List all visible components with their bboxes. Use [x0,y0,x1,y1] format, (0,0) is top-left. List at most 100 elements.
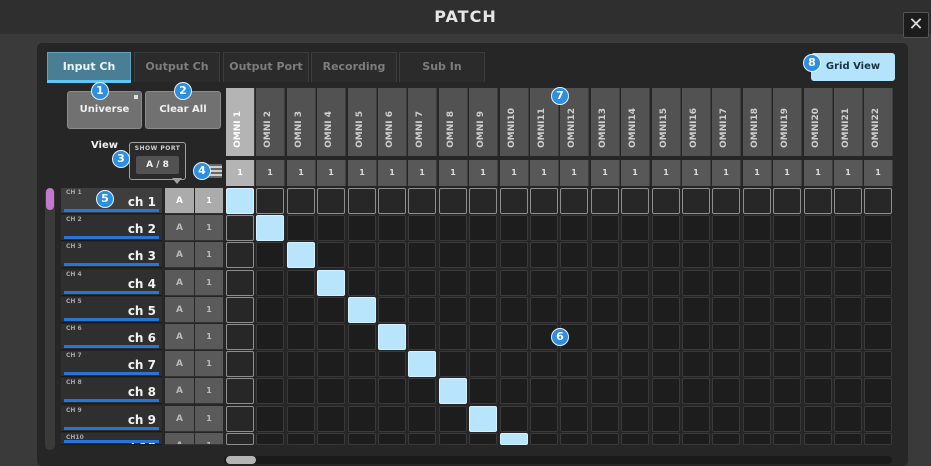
patch-cell[interactable] [652,297,680,323]
patch-cell[interactable] [348,433,376,445]
patch-cell[interactable] [469,297,497,323]
patch-cell[interactable] [530,215,558,241]
patch-cell[interactable] [773,351,801,377]
patch-cell[interactable] [408,188,436,214]
patch-cell[interactable] [287,406,315,432]
channel-name-row[interactable]: CH 7 ch 7 [61,351,162,377]
patch-cell[interactable] [530,351,558,377]
patch-cell[interactable] [864,324,892,350]
column-header[interactable]: OMNI 4 [317,88,346,156]
patch-cell[interactable] [621,215,649,241]
patch-cell[interactable] [864,297,892,323]
patch-cell[interactable] [348,378,376,404]
patch-cell[interactable] [591,433,619,445]
patch-cell[interactable] [804,433,832,445]
patch-cell[interactable] [500,215,528,241]
patch-cell[interactable] [560,270,588,296]
patch-cell[interactable] [226,351,254,377]
patch-cell[interactable] [621,324,649,350]
grid-view-button[interactable]: Grid View [811,53,895,81]
patch-cell[interactable] [408,297,436,323]
patch-cell[interactable] [469,324,497,350]
patch-cell[interactable] [773,270,801,296]
patch-cell[interactable] [408,378,436,404]
patch-cell-active[interactable] [348,297,376,323]
patch-cell[interactable] [773,215,801,241]
patch-cell[interactable] [317,406,345,432]
column-header[interactable]: OMNI 7 [408,88,437,156]
patch-cell[interactable] [317,242,345,268]
column-header[interactable]: OMNI 5 [348,88,377,156]
patch-cell[interactable] [439,406,467,432]
patch-cell[interactable] [743,351,771,377]
tab-output-port[interactable]: Output Port [223,52,309,82]
patch-cell[interactable] [469,188,497,214]
patch-cell[interactable] [834,433,862,445]
patch-cell[interactable] [530,297,558,323]
patch-cell[interactable] [469,215,497,241]
patch-cell[interactable] [439,270,467,296]
patch-cell[interactable] [591,351,619,377]
patch-cell[interactable] [743,406,771,432]
patch-cell[interactable] [256,378,284,404]
patch-cell[interactable] [712,188,740,214]
patch-cell[interactable] [682,324,710,350]
patch-cell[interactable] [439,188,467,214]
patch-cell[interactable] [743,324,771,350]
horizontal-scroll-thumb[interactable] [226,456,256,464]
patch-cell[interactable] [256,270,284,296]
patch-cell[interactable] [621,433,649,445]
patch-cell[interactable] [652,324,680,350]
patch-cell[interactable] [560,406,588,432]
patch-cell[interactable] [560,188,588,214]
patch-cell[interactable] [682,406,710,432]
patch-cell[interactable] [652,188,680,214]
patch-cell[interactable] [530,378,558,404]
patch-cell[interactable] [287,297,315,323]
patch-cell[interactable] [530,242,558,268]
patch-cell[interactable] [317,188,345,214]
patch-cell[interactable] [591,242,619,268]
patch-cell[interactable] [743,270,771,296]
patch-cell[interactable] [591,378,619,404]
patch-cell[interactable] [408,433,436,445]
patch-cell[interactable] [773,242,801,268]
patch-cell[interactable] [469,270,497,296]
patch-cell[interactable] [317,378,345,404]
patch-cell[interactable] [712,433,740,445]
patch-cell[interactable] [287,324,315,350]
patch-cell[interactable] [712,297,740,323]
patch-cell[interactable] [226,270,254,296]
patch-cell[interactable] [834,242,862,268]
patch-cell[interactable] [560,378,588,404]
patch-cell[interactable] [834,406,862,432]
patch-cell[interactable] [773,433,801,445]
patch-cell[interactable] [773,324,801,350]
patch-cell[interactable] [530,433,558,445]
column-header[interactable]: OMNI15 [652,88,681,156]
patch-cell[interactable] [560,433,588,445]
patch-cell[interactable] [591,297,619,323]
patch-cell[interactable] [378,297,406,323]
patch-cell[interactable] [834,215,862,241]
patch-cell[interactable] [287,433,315,445]
show-port-box[interactable]: SHOW PORT A / 8 [129,142,186,180]
patch-cell[interactable] [743,188,771,214]
patch-cell[interactable] [317,324,345,350]
patch-cell[interactable] [591,324,619,350]
channel-name-row[interactable]: CH 4 ch 4 [61,270,162,296]
patch-cell[interactable] [317,433,345,445]
channel-name-row[interactable]: CH10ch10 [61,433,162,445]
patch-cell[interactable] [500,188,528,214]
patch-cell[interactable] [621,406,649,432]
patch-cell[interactable] [348,242,376,268]
patch-cell[interactable] [287,215,315,241]
patch-cell[interactable] [469,242,497,268]
patch-cell[interactable] [834,351,862,377]
patch-cell[interactable] [652,378,680,404]
patch-cell-active[interactable] [226,188,254,214]
column-header[interactable]: OMNI 6 [378,88,407,156]
patch-cell[interactable] [560,297,588,323]
horizontal-scrollbar[interactable] [224,456,892,464]
patch-cell[interactable] [743,215,771,241]
